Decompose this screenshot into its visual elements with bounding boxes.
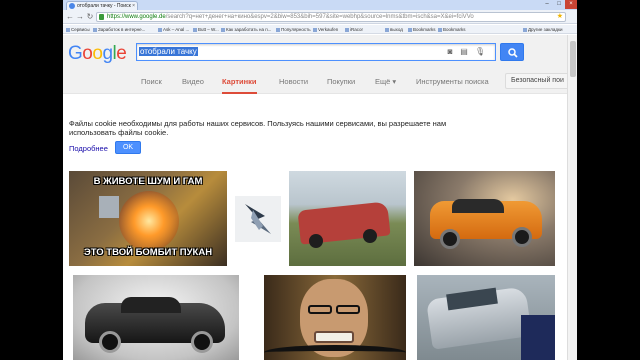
steering-wheel-graphic bbox=[264, 345, 406, 360]
wheel-graphic bbox=[512, 227, 532, 247]
meme-top-text: В ЖИВОТЕ ШУМ И ГАМ bbox=[93, 176, 203, 187]
back-icon[interactable]: ← bbox=[65, 12, 75, 22]
google-logo[interactable]: Google bbox=[68, 43, 127, 65]
blue-car-graphic bbox=[521, 315, 555, 360]
wheel-graphic bbox=[440, 229, 460, 249]
address-bar[interactable]: https://www.google.de/search?q=нет+денег… bbox=[96, 12, 566, 22]
tab-close-icon[interactable]: × bbox=[132, 2, 135, 10]
cookie-ok-button[interactable]: OK bbox=[115, 141, 141, 154]
bookmark-item[interactable]: Ask – Anal ... bbox=[158, 25, 189, 33]
bookmark-item[interactable]: Популярность bbox=[276, 25, 311, 33]
tab-strip: отобрали тачку - Поиск × – □ × bbox=[63, 0, 577, 10]
image-result-driver[interactable] bbox=[264, 275, 406, 360]
bookmark-item[interactable]: Заработок в интерне... bbox=[93, 25, 145, 33]
glasses-graphic bbox=[336, 305, 360, 314]
image-result-crashed-car[interactable] bbox=[289, 171, 406, 266]
bookmark-item[interactable]: Bookmarks bbox=[438, 25, 466, 33]
winged-emblem-icon bbox=[245, 204, 271, 234]
cookie-more-link[interactable]: Подробнее bbox=[69, 144, 108, 153]
microphone-icon[interactable]: 🎙 bbox=[475, 47, 485, 57]
fire-graphic bbox=[119, 191, 179, 251]
search-input[interactable]: отобрали тачку ◙ ▤ 🎙 bbox=[136, 43, 496, 61]
image-result-black-car[interactable] bbox=[73, 275, 239, 360]
meme-bottom-text: ЭТО ТВОЙ БОМБИТ ПУКАН bbox=[83, 247, 213, 258]
scrollbar-thumb[interactable] bbox=[570, 41, 576, 77]
tab-images[interactable]: Картинки bbox=[222, 77, 257, 94]
browser-toolbar: ← → ↻ https://www.google.de/search?q=нет… bbox=[63, 10, 577, 24]
lock-icon bbox=[99, 14, 104, 20]
bookmark-item[interactable]: Bookmarks bbox=[408, 25, 436, 33]
wheel-graphic bbox=[99, 331, 121, 353]
maximize-icon[interactable]: □ bbox=[553, 0, 565, 9]
tab-more[interactable]: Ещё ▾ bbox=[375, 77, 396, 86]
teeth-graphic bbox=[314, 331, 354, 343]
sink-graphic bbox=[99, 196, 119, 218]
browser-window: отобрали тачку - Поиск × – □ × ← → ↻ htt… bbox=[63, 0, 577, 360]
bookmark-item[interactable]: iRacor bbox=[345, 25, 363, 33]
browser-tab[interactable]: отобрали тачку - Поиск × bbox=[66, 1, 138, 10]
search-tabs: Поиск Видео Картинки Новости Покупки Ещё… bbox=[63, 68, 577, 94]
car-window-graphic bbox=[121, 297, 181, 313]
wheel-graphic bbox=[363, 229, 377, 243]
cookie-notice-text: Файлы cookie необходимы для работы наших… bbox=[69, 119, 447, 137]
minimize-icon[interactable]: – bbox=[541, 0, 553, 9]
close-window-icon[interactable]: × bbox=[565, 0, 577, 9]
reload-icon[interactable]: ↻ bbox=[85, 12, 95, 22]
url-path: /search?q=нет+денег+на+кино&espv=2&biw=8… bbox=[165, 14, 474, 20]
search-query: отобрали тачку bbox=[139, 47, 198, 56]
page-scrollbar[interactable] bbox=[567, 35, 577, 360]
bookmark-item[interactable]: Butt – W... bbox=[193, 25, 219, 33]
image-result-wrecked-car[interactable] bbox=[417, 275, 555, 360]
tab-search-tools[interactable]: Инструменты поиска bbox=[416, 77, 489, 86]
keyboard-icon[interactable]: ▤ bbox=[459, 47, 469, 57]
tab-title: отобрали тачку - Поиск bbox=[77, 3, 131, 9]
tab-video[interactable]: Видео bbox=[182, 77, 204, 86]
search-icon bbox=[508, 48, 518, 58]
bookmark-item[interactable]: выход bbox=[385, 25, 403, 33]
forward-icon[interactable]: → bbox=[75, 12, 85, 22]
bookmark-star-icon[interactable]: ★ bbox=[557, 13, 563, 21]
bookmark-item[interactable]: Как заработать на п... bbox=[221, 25, 271, 33]
bookmarks-bar: Сервисы Заработок в интерне... Ask – Ana… bbox=[63, 25, 577, 34]
search-button[interactable] bbox=[500, 43, 524, 61]
google-favicon-icon bbox=[69, 3, 75, 9]
tab-news[interactable]: Новости bbox=[279, 77, 308, 86]
car-window-graphic bbox=[452, 199, 504, 213]
bookmark-item[interactable]: Verkaufen bbox=[313, 25, 338, 33]
image-result-meme[interactable]: В ЖИВОТЕ ШУМ И ГАМ ЭТО ТВОЙ БОМБИТ ПУКАН bbox=[69, 171, 227, 266]
bookmark-item[interactable]: Другие закладки bbox=[523, 25, 562, 33]
url-host: https://www.google.de bbox=[107, 14, 166, 20]
tab-search[interactable]: Поиск bbox=[141, 77, 162, 86]
bookmark-item[interactable]: Сервисы bbox=[66, 25, 90, 33]
wheel-graphic bbox=[309, 234, 323, 248]
window-controls: – □ × bbox=[541, 0, 577, 10]
camera-icon[interactable]: ◙ bbox=[445, 47, 455, 57]
google-header: Google отобрали тачку ◙ ▤ 🎙 bbox=[63, 35, 577, 68]
wheel-graphic bbox=[191, 331, 213, 353]
image-result-orange-car[interactable] bbox=[414, 171, 555, 266]
tab-shopping[interactable]: Покупки bbox=[327, 77, 355, 86]
image-result-logo[interactable] bbox=[235, 196, 281, 242]
glasses-graphic bbox=[308, 305, 332, 314]
